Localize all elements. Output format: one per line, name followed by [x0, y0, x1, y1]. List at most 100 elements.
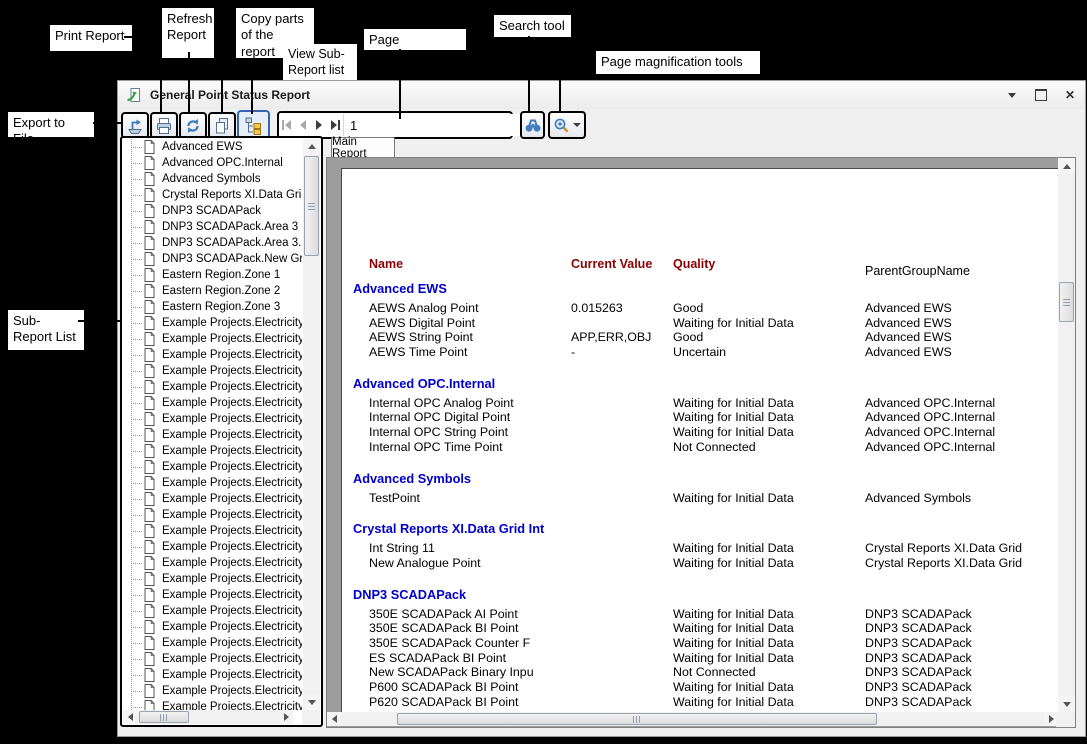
report-cell-name: Internal OPC Analog Point — [369, 396, 514, 410]
document-icon — [144, 460, 155, 474]
current-page-input[interactable] — [343, 114, 526, 136]
window-menu-caret-icon[interactable] — [1005, 88, 1019, 102]
tree-item[interactable]: Example Projects.Electricity.S — [122, 667, 302, 683]
scrollbar-thumb[interactable] — [1059, 282, 1074, 322]
scroll-up-button[interactable] — [303, 139, 320, 154]
maximize-icon[interactable] — [1034, 88, 1048, 102]
tree-item[interactable]: DNP3 SCADAPack — [122, 203, 302, 219]
tree-item[interactable]: Example Projects.Electricity.S — [122, 539, 302, 555]
document-icon — [144, 172, 155, 186]
tree-item[interactable]: Example Projects.Electricity.S — [122, 571, 302, 587]
scrollbar-corner — [302, 710, 320, 724]
tree-branch-line — [131, 691, 142, 692]
tree-item[interactable]: Example Projects.Electricity.S — [122, 587, 302, 603]
tree-item[interactable]: Advanced EWS — [122, 139, 302, 155]
tree-item-label: DNP3 SCADAPack.New Group — [162, 253, 302, 265]
search-button[interactable] — [520, 111, 545, 139]
callout-page-magnification: Page magnification tools — [596, 51, 760, 74]
report-frame: Name Current Value Quality ParentGroupNa… — [326, 157, 1076, 728]
tree-item[interactable]: Example Projects.Electricity.C — [122, 363, 302, 379]
scroll-left-button[interactable] — [327, 712, 341, 726]
tree-item-label: Example Projects.Electricity.S — [162, 701, 302, 710]
report-cell-quality: Good — [673, 301, 703, 315]
refresh-report-button[interactable] — [179, 112, 207, 139]
tree-branch-line — [131, 515, 142, 516]
tree-item[interactable]: Advanced OPC.Internal — [122, 155, 302, 171]
tree-item[interactable]: Example Projects.Electricity.S — [122, 443, 302, 459]
tree-item[interactable]: Example Projects.Electricity.C — [122, 331, 302, 347]
tree-item[interactable]: Example Projects.Electricity.S — [122, 619, 302, 635]
tree-item[interactable]: Example Projects.Electricity.S — [122, 523, 302, 539]
last-page-button[interactable] — [327, 114, 343, 136]
report-horizontal-scrollbar[interactable] — [327, 712, 1058, 726]
scrollbar-thumb[interactable] — [139, 711, 189, 723]
tree-item[interactable]: Eastern Region.Zone 1 — [122, 267, 302, 283]
scroll-up-button[interactable] — [1058, 158, 1075, 174]
copy-report-button[interactable] — [208, 112, 236, 139]
tree-item[interactable]: Eastern Region.Zone 2 — [122, 283, 302, 299]
callout-export-to-file: Export to File — [8, 112, 94, 137]
document-icon — [144, 220, 155, 234]
tree-item[interactable]: Example Projects.Electricity.S — [122, 459, 302, 475]
report-cell-value: - — [571, 345, 575, 359]
tree-item[interactable]: Example Projects.Electricity.S — [122, 475, 302, 491]
tree-branch-line — [131, 419, 142, 420]
tree-item[interactable]: Example Projects.Electricity.S — [122, 395, 302, 411]
print-report-button[interactable] — [150, 112, 178, 139]
report-viewer: Main Report Name Current Value Quality P… — [326, 136, 1078, 728]
tree-item[interactable]: Example Projects.Electricity.C — [122, 347, 302, 363]
callout-view-subreport: View Sub-Report list — [283, 44, 357, 80]
next-page-button[interactable] — [311, 114, 327, 136]
tree-item[interactable]: Example Projects.Electricity.S — [122, 699, 302, 710]
page-magnification-button[interactable] — [548, 111, 586, 139]
tree-item[interactable]: Example Projects.Electricity.S — [122, 491, 302, 507]
tree-item[interactable]: DNP3 SCADAPack.Area 3.Int — [122, 235, 302, 251]
tree-item[interactable]: Crystal Reports XI.Data Grid — [122, 187, 302, 203]
tree-item[interactable]: Example Projects.Electricity.S — [122, 555, 302, 571]
tree-vertical-scrollbar[interactable] — [303, 139, 320, 710]
tree-item[interactable]: Example Projects.Electricity.S — [122, 603, 302, 619]
tree-item[interactable]: Example Projects.Electricity.S — [122, 635, 302, 651]
scrollbar-thumb[interactable] — [397, 713, 877, 725]
document-icon — [144, 572, 155, 586]
close-icon[interactable] — [1063, 88, 1077, 102]
report-vertical-scrollbar[interactable] — [1058, 158, 1075, 712]
tree-item[interactable]: Example Projects.Electricity.S — [122, 507, 302, 523]
scroll-right-button[interactable] — [279, 710, 293, 724]
scrollbar-thumb[interactable] — [304, 156, 319, 256]
zoom-dropdown-caret-icon[interactable] — [573, 123, 581, 127]
binoculars-icon — [524, 116, 542, 134]
tree-item[interactable]: Eastern Region.Zone 3 — [122, 299, 302, 315]
tree-item-label: Example Projects.Electricity.S — [162, 573, 302, 585]
scroll-down-button[interactable] — [1058, 696, 1075, 712]
previous-page-button[interactable] — [295, 114, 311, 136]
report-cell-quality: Waiting for Initial Data — [673, 425, 794, 439]
report-cell-name: 350E SCADAPack AI Point — [369, 607, 518, 621]
report-cell-value: 0.015263 — [571, 301, 623, 315]
tab-main-report[interactable]: Main Report — [331, 137, 395, 158]
document-icon — [144, 348, 155, 362]
tree-item[interactable]: Example Projects.Electricity.C — [122, 315, 302, 331]
report-cell-parent: Advanced OPC.Internal — [865, 440, 995, 454]
report-cell-quality: Waiting for Initial Data — [673, 695, 794, 709]
tree-item[interactable]: Example Projects.Electricity.S — [122, 379, 302, 395]
tree-horizontal-scrollbar[interactable] — [123, 710, 293, 724]
tree-branch-line — [131, 659, 142, 660]
tree-item[interactable]: DNP3 SCADAPack.Area 3 — [122, 219, 302, 235]
tree-item[interactable]: Example Projects.Electricity.S — [122, 427, 302, 443]
scroll-left-button[interactable] — [123, 710, 137, 724]
first-page-button[interactable] — [279, 114, 295, 136]
tree-item[interactable]: Example Projects.Electricity.S — [122, 683, 302, 699]
export-to-file-button[interactable] — [121, 112, 149, 139]
tree-item[interactable]: Advanced Symbols — [122, 171, 302, 187]
tree-item[interactable]: DNP3 SCADAPack.New Group — [122, 251, 302, 267]
scroll-down-button[interactable] — [303, 695, 320, 710]
callout-print-report: Print Report — [50, 25, 132, 51]
tree-item-label: Example Projects.Electricity.S — [162, 637, 302, 649]
tree-item[interactable]: Example Projects.Electricity.S — [122, 411, 302, 427]
tree-branch-line — [131, 675, 142, 676]
report-cell-name: 350E SCADAPack BI Point — [369, 621, 518, 635]
document-icon — [144, 492, 155, 506]
tree-item[interactable]: Example Projects.Electricity.S — [122, 651, 302, 667]
report-cell-parent: Advanced EWS — [865, 316, 952, 330]
